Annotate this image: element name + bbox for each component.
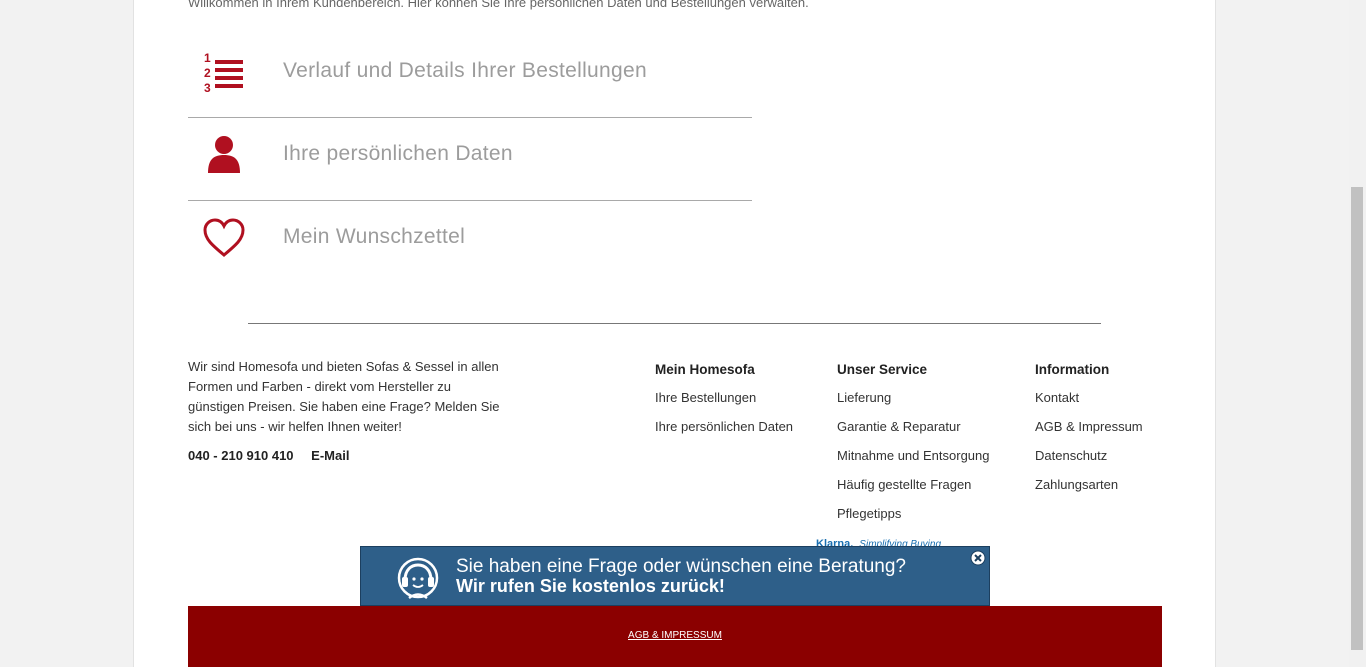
heart-icon	[202, 216, 246, 260]
footer-link-pflegetipps[interactable]: Pflegetipps	[837, 505, 989, 534]
svg-text:1: 1	[204, 51, 211, 65]
email-link[interactable]: E-Mail	[311, 448, 349, 463]
intro-text: Willkommen in Ihrem Kundenbereich. Hier …	[188, 0, 809, 10]
close-icon[interactable]	[970, 550, 986, 566]
account-orders-label: Verlauf und Details Ihrer Bestellungen	[283, 59, 647, 82]
footer-link-bestellungen[interactable]: Ihre Bestellungen	[655, 389, 793, 418]
footer-column-title: Unser Service	[837, 362, 928, 377]
footer-link-garantie[interactable]: Garantie & Reparatur	[837, 418, 989, 447]
callback-question: Sie haben eine Frage oder wünschen eine …	[456, 556, 906, 577]
scrollbar-thumb[interactable]	[1351, 187, 1363, 650]
scrollbar[interactable]	[1349, 0, 1366, 667]
bottom-bar: AGB & IMPRESSUM	[188, 606, 1162, 667]
footer-column-title: Mein Homesofa	[655, 362, 755, 377]
footer-link-mitnahme[interactable]: Mitnahme und Entsorgung	[837, 447, 989, 476]
headset-agent-icon	[393, 556, 443, 600]
footer-link-persoenliche-daten[interactable]: Ihre persönlichen Daten	[655, 418, 793, 447]
svg-text:3: 3	[204, 81, 211, 94]
footer-link-kontakt[interactable]: Kontakt	[1035, 389, 1143, 418]
footer-column-information: Information Kontakt AGB & Impressum Date…	[1035, 362, 1143, 505]
footer-link-zahlungsarten[interactable]: Zahlungsarten	[1035, 476, 1143, 505]
account-personal-data-link[interactable]: Ihre persönlichen Daten	[188, 118, 752, 201]
account-wishlist-label: Mein Wunschzettel	[283, 225, 466, 248]
account-wishlist-link[interactable]: Mein Wunschzettel	[188, 201, 752, 283]
footer-contact: 040 - 210 910 410 E-Mail	[188, 448, 363, 463]
callback-banner[interactable]: Sie haben eine Frage oder wünschen eine …	[360, 546, 990, 606]
footer-column-mein-homesofa: Mein Homesofa Ihre Bestellungen Ihre per…	[655, 362, 793, 447]
numbered-list-icon: 1 2 3	[202, 50, 246, 95]
account-orders-link[interactable]: 1 2 3 Verlauf und Details Ihrer Bestellu…	[188, 35, 752, 118]
footer-column-unser-service: Unser Service Lieferung Garantie & Repar…	[837, 362, 989, 534]
footer-link-datenschutz[interactable]: Datenschutz	[1035, 447, 1143, 476]
bottom-agb-impressum-link[interactable]: AGB & IMPRESSUM	[188, 630, 1162, 641]
footer-link-faq[interactable]: Häufig gestellte Fragen	[837, 476, 989, 505]
svg-text:2: 2	[204, 66, 211, 80]
user-icon	[202, 133, 246, 177]
footer-about-text: Wir sind Homesofa und bieten Sofas & Ses…	[188, 359, 500, 434]
footer-divider	[248, 323, 1101, 324]
callback-offer: Wir rufen Sie kostenlos zurück!	[456, 576, 725, 596]
phone-number[interactable]: 040 - 210 910 410	[188, 448, 294, 463]
footer-link-agb[interactable]: AGB & Impressum	[1035, 418, 1143, 447]
footer-link-lieferung[interactable]: Lieferung	[837, 389, 989, 418]
account-personal-data-label: Ihre persönlichen Daten	[283, 142, 513, 165]
footer-column-title: Information	[1035, 362, 1110, 377]
